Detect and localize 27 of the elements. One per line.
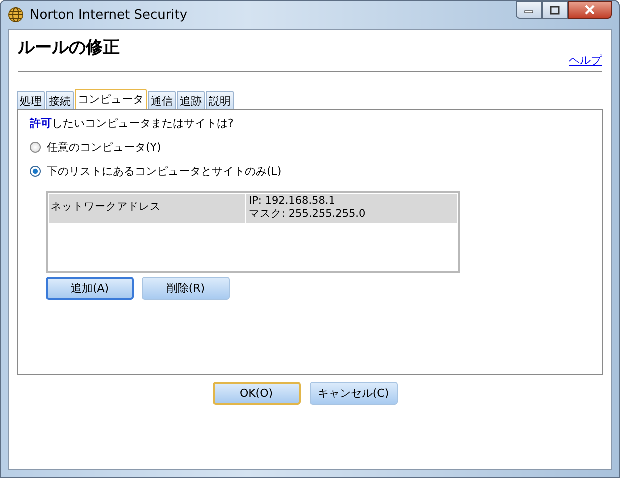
dialog-button[interactable]: 追加(A) [46,277,134,300]
minimize-button[interactable] [516,1,542,19]
radio-button[interactable] [30,142,41,153]
window-title: Norton Internet Security [30,8,188,22]
question-text: 許可したいコンピュータまたはサイトは? [30,116,234,131]
tab[interactable]: コンピュータ [75,89,147,109]
maximize-icon [550,6,560,14]
dialog-button[interactable]: OK(O) [212,382,300,405]
tab[interactable]: 追跡 [177,91,205,109]
close-button[interactable] [568,1,612,19]
help-link[interactable]: ヘルプ [569,53,602,68]
tab[interactable]: 説明 [206,91,234,109]
table-cell-text: IP: 192.168.58.1 マスク: 255.255.255.0 [248,194,367,222]
option-label: 下のリストにあるコンピュータとサイトのみ(L) [47,164,282,179]
tab[interactable]: 通信 [148,91,176,109]
dialog-button[interactable]: 削除(R) [142,277,230,300]
tab[interactable]: 接続 [46,91,74,109]
table-cell: ネットワークアドレス [49,194,246,223]
option-label: 任意のコンピュータ(Y) [47,140,162,155]
radio-button[interactable] [30,166,41,177]
close-icon [584,5,596,15]
maximize-button[interactable] [542,1,568,19]
dialog-button[interactable]: キャンセル(C) [310,382,398,405]
tab[interactable]: 処理 [17,91,45,109]
dialog-heading: ルールの修正 [18,37,120,60]
list-row[interactable]: ネットワークアドレス IP: 192.168.58.1 マスク: 255.255.255.0 [49,194,457,223]
globe-icon [8,7,24,23]
